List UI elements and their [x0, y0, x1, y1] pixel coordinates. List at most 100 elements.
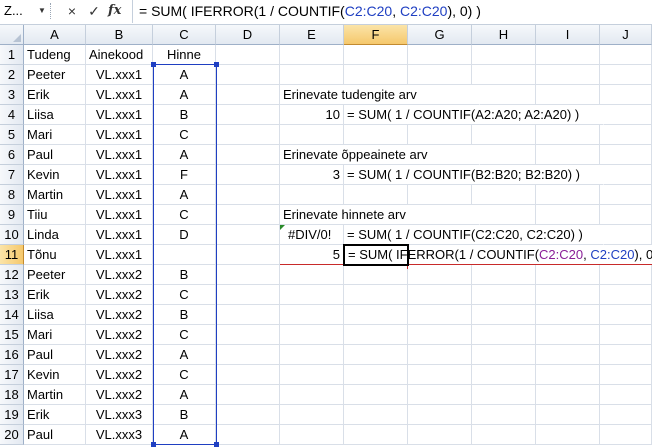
- row-header-18[interactable]: 18: [0, 385, 24, 405]
- cell-b17[interactable]: VL.xxx2: [86, 365, 153, 385]
- cell-d17[interactable]: [216, 365, 280, 385]
- cell-e8[interactable]: [280, 185, 344, 205]
- cell-d8[interactable]: [216, 185, 280, 205]
- cell-g14[interactable]: [408, 305, 472, 325]
- cell-f1[interactable]: [344, 45, 408, 65]
- row-header-12[interactable]: 12: [0, 265, 24, 285]
- cell-i20[interactable]: [536, 425, 600, 445]
- cell-j9[interactable]: [600, 205, 652, 225]
- insert-function-icon[interactable]: fx: [108, 1, 130, 21]
- formula-edit-cell[interactable]: = SUM( IFERROR(1 / COUNTIF(C2:C20, C2:C2…: [344, 245, 652, 265]
- cell-b2[interactable]: VL.xxx1: [86, 65, 153, 85]
- cell-a4[interactable]: Liisa: [24, 105, 86, 125]
- cell-f16[interactable]: [344, 345, 408, 365]
- cell-j2[interactable]: [600, 65, 652, 85]
- column-header-i[interactable]: I: [536, 25, 600, 45]
- cell-e16[interactable]: [280, 345, 344, 365]
- label-distinct-courses[interactable]: Erinevate õppeainete arv: [280, 145, 480, 165]
- cell-a16[interactable]: Paul: [24, 345, 86, 365]
- cell-b11[interactable]: VL.xxx1: [86, 245, 153, 265]
- range-handle-top-left[interactable]: [151, 62, 156, 67]
- cell-c20[interactable]: A: [153, 425, 216, 445]
- row-header-20[interactable]: 20: [0, 425, 24, 445]
- cell-a6[interactable]: Paul: [24, 145, 86, 165]
- cell-i19[interactable]: [536, 405, 600, 425]
- cell-c18[interactable]: A: [153, 385, 216, 405]
- cell-g13[interactable]: [408, 285, 472, 305]
- cell-g15[interactable]: [408, 325, 472, 345]
- cell-e2[interactable]: [280, 65, 344, 85]
- row-header-16[interactable]: 16: [0, 345, 24, 365]
- cell-h2[interactable]: [472, 65, 536, 85]
- cell-h14[interactable]: [472, 305, 536, 325]
- cell-g1[interactable]: [408, 45, 472, 65]
- cell-i1[interactable]: [536, 45, 600, 65]
- cell-c10[interactable]: D: [153, 225, 216, 245]
- cell-d9[interactable]: [216, 205, 280, 225]
- cell-j15[interactable]: [600, 325, 652, 345]
- cell-a3[interactable]: Erik: [24, 85, 86, 105]
- column-header-f[interactable]: F: [344, 25, 408, 45]
- cell-f8[interactable]: [344, 185, 408, 205]
- cell-g12[interactable]: [408, 265, 472, 285]
- cell-g5[interactable]: [408, 125, 472, 145]
- cell-i5[interactable]: [536, 125, 600, 145]
- cell-d5[interactable]: [216, 125, 280, 145]
- cell-h5[interactable]: [472, 125, 536, 145]
- spreadsheet-grid[interactable]: A B C D E F G H I J 1 2 3 4 5 6 7 8 9 10…: [0, 25, 652, 447]
- cell-d20[interactable]: [216, 425, 280, 445]
- cell-c15[interactable]: C: [153, 325, 216, 345]
- cell-i18[interactable]: [536, 385, 600, 405]
- cell-a5[interactable]: Mari: [24, 125, 86, 145]
- cell-d13[interactable]: [216, 285, 280, 305]
- cell-e17[interactable]: [280, 365, 344, 385]
- row-header-9[interactable]: 9: [0, 205, 24, 225]
- cell-i13[interactable]: [536, 285, 600, 305]
- row-header-11[interactable]: 11: [0, 245, 24, 265]
- cell-a18[interactable]: Martin: [24, 385, 86, 405]
- row-header-8[interactable]: 8: [0, 185, 24, 205]
- cell-h19[interactable]: [472, 405, 536, 425]
- row-header-4[interactable]: 4: [0, 105, 24, 125]
- cell-b8[interactable]: VL.xxx1: [86, 185, 153, 205]
- cell-j13[interactable]: [600, 285, 652, 305]
- cell-h8[interactable]: [472, 185, 536, 205]
- range-handle-bottom-left[interactable]: [151, 442, 156, 447]
- formula-distinct-students[interactable]: = SUM( 1 / COUNTIF(A2:A20; A2:A20) ): [344, 105, 604, 125]
- cell-d11[interactable]: [216, 245, 280, 265]
- column-header-g[interactable]: G: [408, 25, 472, 45]
- column-header-j[interactable]: J: [600, 25, 652, 45]
- cell-j7[interactable]: [600, 165, 652, 185]
- cell-b14[interactable]: VL.xxx2: [86, 305, 153, 325]
- cell-c13[interactable]: C: [153, 285, 216, 305]
- cell-h16[interactable]: [472, 345, 536, 365]
- cell-c14[interactable]: B: [153, 305, 216, 325]
- row-header-17[interactable]: 17: [0, 365, 24, 385]
- cell-a2[interactable]: Peeter: [24, 65, 86, 85]
- cell-g19[interactable]: [408, 405, 472, 425]
- cell-i6[interactable]: [536, 145, 600, 165]
- column-header-e[interactable]: E: [280, 25, 344, 45]
- cell-a17[interactable]: Kevin: [24, 365, 86, 385]
- value-distinct-students[interactable]: 10: [280, 105, 344, 125]
- cell-h18[interactable]: [472, 385, 536, 405]
- cell-c8[interactable]: A: [153, 185, 216, 205]
- error-indicator-icon[interactable]: [280, 225, 285, 230]
- cell-f19[interactable]: [344, 405, 408, 425]
- cell-d19[interactable]: [216, 405, 280, 425]
- enter-icon[interactable]: ✓: [84, 1, 104, 21]
- cell-e1[interactable]: [280, 45, 344, 65]
- cell-d16[interactable]: [216, 345, 280, 365]
- cell-g2[interactable]: [408, 65, 472, 85]
- cell-h12[interactable]: [472, 265, 536, 285]
- value-distinct-grades[interactable]: 5: [280, 245, 344, 265]
- cell-d6[interactable]: [216, 145, 280, 165]
- cell-g20[interactable]: [408, 425, 472, 445]
- cell-i8[interactable]: [536, 185, 600, 205]
- cell-h3[interactable]: [472, 85, 536, 105]
- row-header-13[interactable]: 13: [0, 285, 24, 305]
- cell-f17[interactable]: [344, 365, 408, 385]
- row-header-15[interactable]: 15: [0, 325, 24, 345]
- cell-i15[interactable]: [536, 325, 600, 345]
- cell-b18[interactable]: VL.xxx2: [86, 385, 153, 405]
